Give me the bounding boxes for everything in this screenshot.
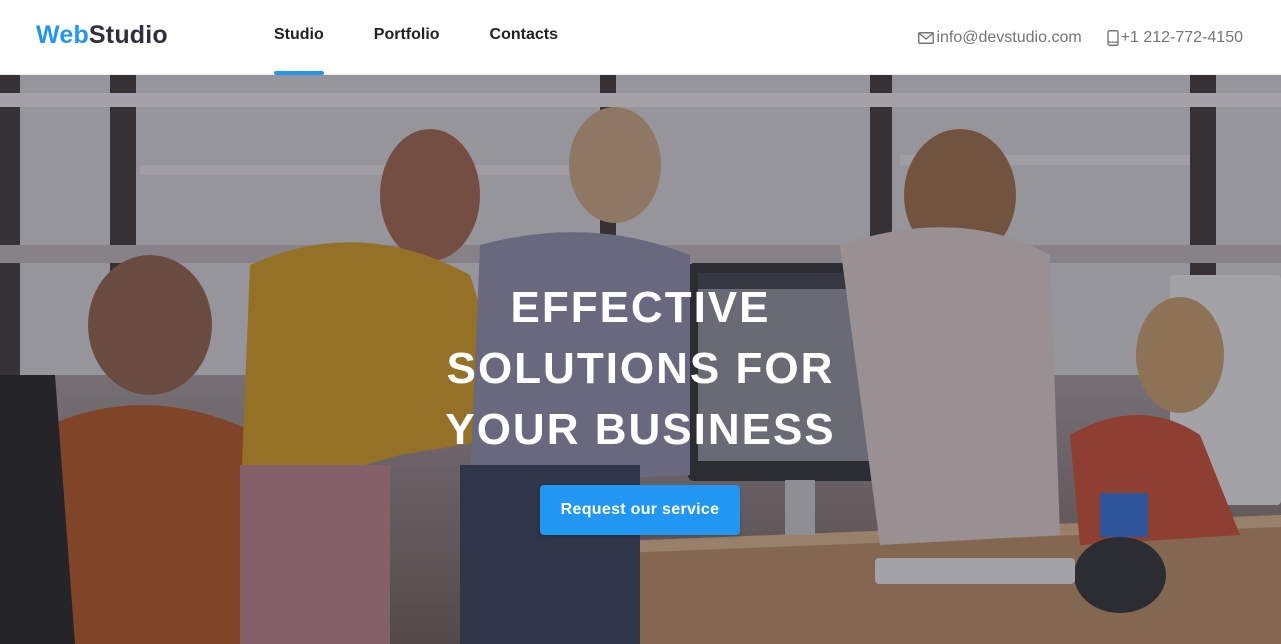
nav-item-studio[interactable]: Studio [274, 0, 324, 75]
request-service-button[interactable]: Request our service [540, 485, 740, 535]
hero-title-line-1: EFFECTIVE [510, 283, 771, 332]
nav-item-portfolio[interactable]: Portfolio [374, 0, 440, 75]
main-nav: Studio Portfolio Contacts [274, 0, 608, 75]
hero-title: EFFECTIVE SOLUTIONS FOR YOUR BUSINESS [0, 277, 1281, 460]
phone-text: +1 212-772-4150 [1120, 28, 1243, 46]
phone-link[interactable]: +1 212-772-4150 [1106, 28, 1243, 47]
email-link[interactable]: info@devstudio.com [918, 28, 1082, 47]
envelope-icon [918, 31, 935, 44]
email-text: info@devstudio.com [936, 28, 1082, 46]
logo-accent: Web [36, 21, 89, 49]
header-contacts: info@devstudio.com +1 212-772-4150 [893, 0, 1243, 75]
smartphone-icon [1106, 29, 1119, 46]
hero-title-line-2: SOLUTIONS FOR [446, 344, 835, 393]
site-header: WebStudio Studio Portfolio Contacts info… [0, 0, 1281, 75]
logo[interactable]: WebStudio [36, 19, 168, 51]
logo-rest: Studio [88, 21, 168, 49]
hero-section: EFFECTIVE SOLUTIONS FOR YOUR BUSINESS Re… [0, 75, 1281, 644]
hero-title-line-3: YOUR BUSINESS [445, 405, 836, 454]
nav-item-contacts[interactable]: Contacts [490, 0, 558, 75]
